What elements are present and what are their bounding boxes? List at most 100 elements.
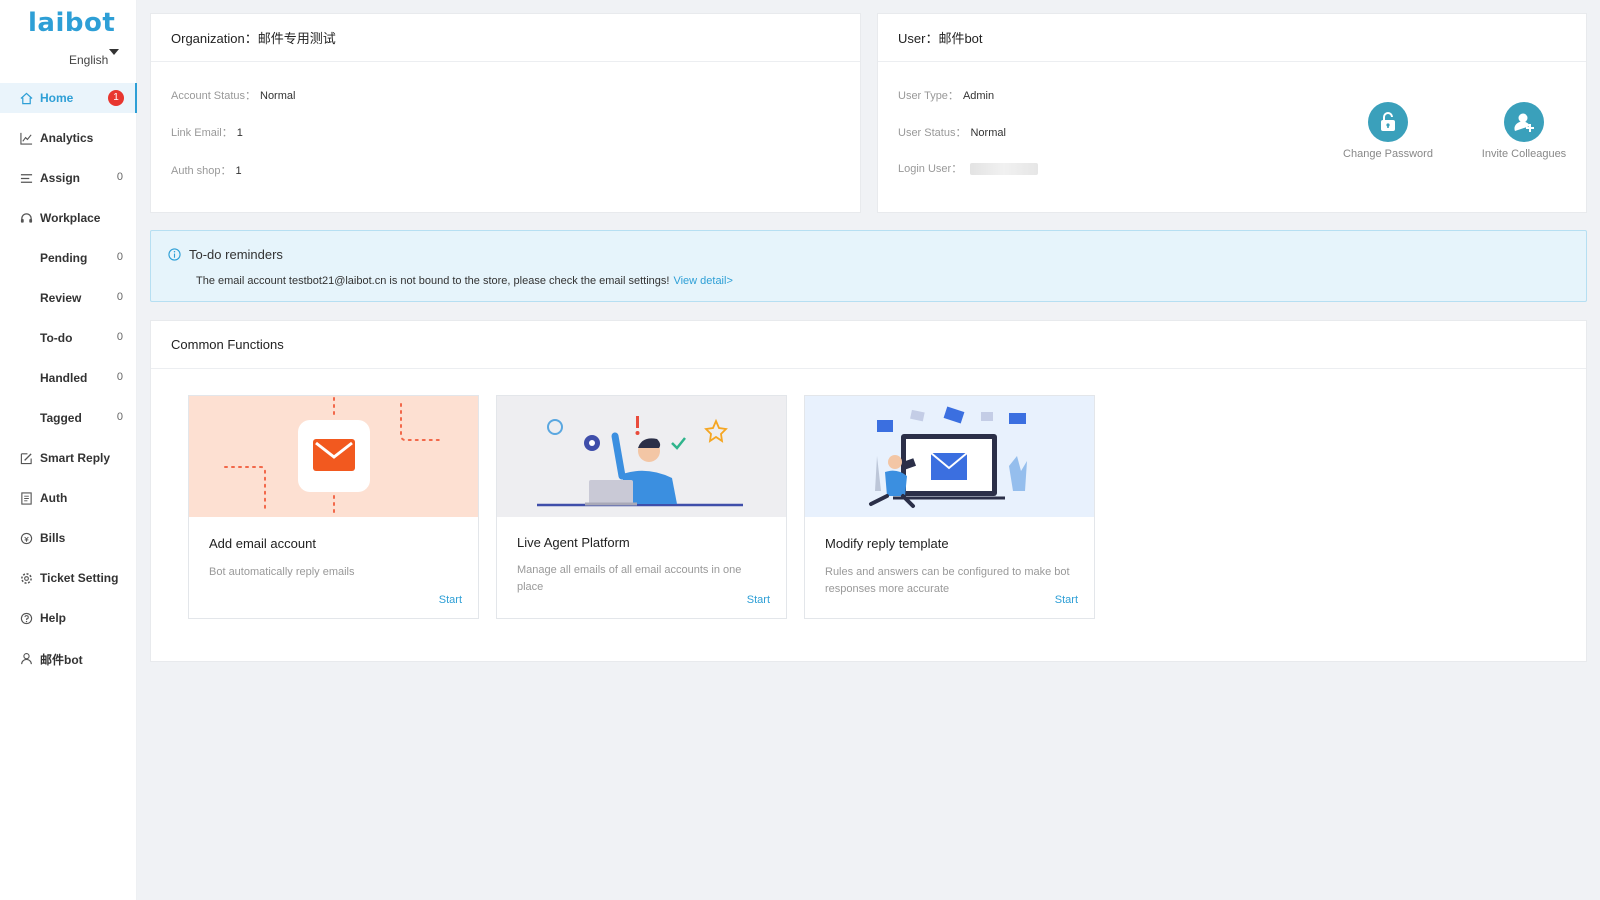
item-count: 0 [116,411,123,423]
sidebar-item-review[interactable]: Review 0 [0,283,137,313]
reminder-text: The email account testbot21@laibot.cn is… [196,275,670,287]
field-value: 1 [236,127,243,139]
caret-down-icon[interactable] [109,49,119,55]
todo-reminder-banner: To-do reminders The email account testbo… [150,230,1587,302]
login-user-field: Login User： [898,160,1039,176]
card-description: Bot automatically reply emails [209,566,355,578]
user-panel: User：邮件bot User Type： Admin User Status： N… [877,13,1587,213]
start-link[interactable]: Start [1055,594,1078,606]
user-icon [21,653,32,665]
sidebar: laibot English Home 1 Analytics Assign 0… [0,0,137,900]
home-icon [20,92,33,105]
field-label: Auth shop： [171,165,232,177]
sidebar-item-label: Workplace [40,211,101,225]
item-count: 0 [116,331,123,343]
action-label: Change Password [1343,148,1433,160]
start-link[interactable]: Start [747,594,770,606]
sidebar-item-analytics[interactable]: Analytics [0,123,137,153]
chart-line-icon [20,132,33,145]
sidebar-item-label: To-do [40,331,73,345]
redacted-value [970,163,1039,176]
sidebar-item-label: Smart Reply [40,451,111,465]
item-count: 0 [116,251,123,263]
account-status-field: Account Status： Normal [171,87,295,103]
card-title: Live Agent Platform [517,535,630,550]
sidebar-item-label: Home [40,91,74,105]
field-label: Account Status： [171,90,256,102]
sidebar-item-label: 邮件bot [40,653,83,667]
auth-shop-field: Auth shop： 1 [171,162,242,178]
sidebar-item-label: Auth [40,491,68,505]
template-illustration [805,396,1094,517]
change-password-button[interactable]: Change Password [1333,102,1443,160]
sidebar-item-bills[interactable]: Bills [0,523,137,553]
field-label: User Status： [898,127,967,139]
field-label: Link Email： [171,127,233,139]
sidebar-item-label: Ticket Setting [40,571,119,585]
sidebar-item-label: Review [40,291,82,305]
invite-colleagues-button[interactable]: Invite Colleagues [1469,102,1579,160]
sidebar-item-workplace[interactable]: Workplace [0,203,137,233]
card-description: Manage all emails of all email accounts … [517,564,742,593]
common-functions-title: Common Functions [151,321,1586,369]
sidebar-item-smart-reply[interactable]: Smart Reply [0,443,137,473]
action-label: Invite Colleagues [1481,148,1567,160]
view-detail-link[interactable]: View detail> [673,275,732,287]
field-value: Normal [260,90,296,102]
user-title: User：邮件bot [878,14,1586,62]
sidebar-item-handled[interactable]: Handled 0 [0,363,137,393]
sidebar-item-todo[interactable]: To-do 0 [0,323,137,353]
sidebar-item-auth[interactable]: Auth [0,483,137,513]
user-type-field: User Type： Admin [898,87,994,103]
field-value: 1 [235,165,242,177]
sidebar-item-label: Handled [40,371,88,385]
language-selector[interactable]: English [69,53,108,67]
gear-icon [21,573,32,584]
sidebar-item-label: Bills [40,531,66,545]
sidebar-item-home[interactable]: Home 1 [0,83,137,113]
organization-title: Organization：邮件专用测试 [151,14,860,62]
lock-icon [1368,102,1408,142]
reminder-title: To-do reminders [189,247,283,262]
item-count: 0 [116,291,123,303]
card-title: Modify reply template [825,536,949,551]
info-icon [168,248,181,261]
reminder-message: The email account testbot21@laibot.cn is… [196,275,733,287]
headset-icon [20,213,33,223]
money-icon [20,532,33,545]
common-functions-panel: Common Functions Add email account Bot a… [150,320,1587,662]
field-value: Normal [970,127,1006,139]
agent-illustration [497,396,786,517]
sidebar-item-label: Help [40,611,67,625]
card-description: Rules and answers can be configured to m… [825,566,1070,595]
email-illustration [189,396,478,517]
function-card-reply-template[interactable]: Modify reply template Rules and answers … [804,395,1095,619]
sidebar-item-help[interactable]: Help [0,603,137,633]
item-count: 0 [116,171,123,183]
card-title: Add email account [209,536,316,551]
field-value: Admin [962,90,995,102]
item-count: 0 [116,371,123,383]
list-icon [20,174,33,183]
sidebar-item-label: Pending [40,251,88,265]
add-user-icon [1504,102,1544,142]
sidebar-item-user[interactable]: 邮件bot [0,643,137,673]
link-email-field: Link Email： 1 [171,124,243,140]
notification-badge: 1 [108,90,124,106]
sidebar-item-ticket-setting[interactable]: Ticket Setting [0,563,137,593]
field-label: User Type： [898,90,959,102]
sidebar-item-assign[interactable]: Assign 0 [0,163,137,193]
laibot-logo[interactable]: laibot [28,8,115,38]
sidebar-item-label: Assign [40,171,81,185]
sidebar-item-tagged[interactable]: Tagged 0 [0,403,137,433]
field-label: Login User： [898,163,963,175]
function-card-live-agent[interactable]: Live Agent Platform Manage all emails of… [496,395,787,619]
user-status-field: User Status： Normal [898,124,1006,140]
sidebar-item-label: Analytics [40,131,94,145]
sidebar-item-label: Tagged [40,411,82,425]
document-icon [21,492,32,505]
sidebar-item-pending[interactable]: Pending 0 [0,243,137,273]
question-icon [20,612,33,625]
function-card-add-email[interactable]: Add email account Bot automatically repl… [188,395,479,619]
start-link[interactable]: Start [439,594,462,606]
